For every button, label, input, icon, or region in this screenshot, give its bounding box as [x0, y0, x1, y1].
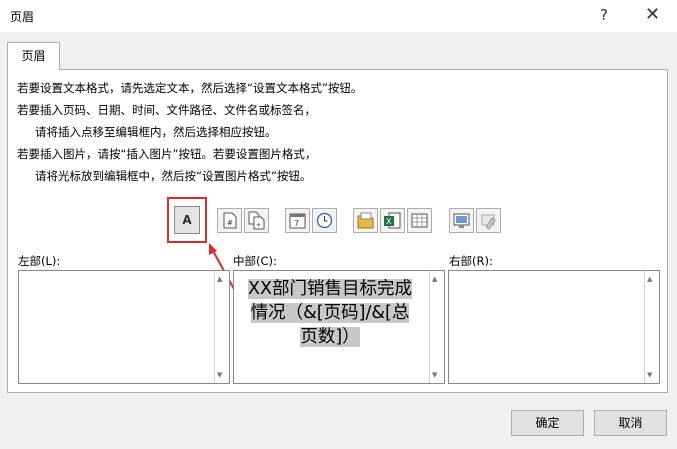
- close-icon[interactable]: ✕: [645, 4, 660, 25]
- svg-text:7: 7: [294, 219, 299, 228]
- folder-icon: [357, 212, 374, 229]
- right-editor-scrollbar[interactable]: ▲ ▼: [644, 271, 659, 383]
- scroll-up-arrow-icon[interactable]: ▲: [217, 275, 222, 283]
- insert-sheet-name-button[interactable]: [407, 208, 432, 233]
- calendar-icon: 7: [289, 213, 306, 229]
- insert-page-number-button[interactable]: #: [217, 208, 242, 233]
- svg-text:#: #: [227, 219, 233, 227]
- left-section-label: 左部(L):: [18, 254, 61, 268]
- left-section-editor[interactable]: ▲ ▼: [18, 270, 230, 384]
- page-count-icon: +: [248, 211, 265, 230]
- page-number-icon: #: [223, 212, 237, 229]
- center-text-line: XX部门销售目标完成: [248, 279, 412, 299]
- scroll-down-arrow-icon[interactable]: ▼: [432, 371, 437, 379]
- excel-file-icon: X: [384, 212, 401, 229]
- tab-header[interactable]: 页眉: [7, 42, 60, 70]
- instruction-line-2: 若要插入页码、日期、时间、文件路径、文件名或标签名，: [17, 103, 316, 117]
- sheet-icon: [411, 213, 428, 228]
- clock-icon: [316, 212, 333, 229]
- center-section-label: 中部(C):: [233, 254, 277, 268]
- instruction-line-4: 若要插入图片，请按“插入图片”按钮。若要设置图片格式，: [17, 147, 317, 161]
- insert-page-count-button[interactable]: +: [244, 208, 269, 233]
- format-text-button[interactable]: A: [174, 206, 200, 234]
- insert-time-button[interactable]: [312, 208, 337, 233]
- scroll-down-arrow-icon[interactable]: ▼: [217, 371, 222, 379]
- right-section-label: 右部(R):: [449, 254, 493, 268]
- svg-text:X: X: [386, 217, 392, 226]
- format-picture-icon: [481, 214, 496, 230]
- insert-date-button[interactable]: 7: [285, 208, 310, 233]
- insert-picture-button[interactable]: [449, 208, 474, 233]
- center-editor-scrollbar[interactable]: ▲ ▼: [429, 271, 444, 383]
- right-section-editor[interactable]: ▲ ▼: [448, 270, 660, 384]
- cancel-button[interactable]: 取消: [594, 410, 667, 436]
- left-editor-scrollbar[interactable]: ▲ ▼: [214, 271, 229, 383]
- scroll-down-arrow-icon[interactable]: ▼: [647, 371, 652, 379]
- picture-icon: [453, 213, 470, 228]
- format-text-button-highlight: A: [167, 197, 207, 243]
- window-title: 页眉: [10, 10, 35, 24]
- ok-button[interactable]: 确定: [511, 410, 584, 436]
- instruction-line-5: 请将光标放到编辑框中，然后按“设置图片格式”按钮。: [35, 169, 312, 183]
- instruction-line-1: 若要设置文本格式，请先选定文本，然后选择“设置文本格式”按钮。: [17, 81, 363, 95]
- title-bar: 页眉 ? ✕: [0, 0, 677, 32]
- center-text-line: 页数]）: [300, 327, 360, 347]
- scroll-up-arrow-icon[interactable]: ▲: [647, 275, 652, 283]
- svg-text:+: +: [256, 222, 261, 229]
- insert-file-path-button[interactable]: [353, 208, 378, 233]
- scroll-up-arrow-icon[interactable]: ▲: [432, 275, 437, 283]
- center-section-editor[interactable]: XX部门销售目标完成 情况（&[页码]/&[总 页数]） ▲ ▼: [233, 270, 445, 384]
- insert-file-name-button[interactable]: X: [380, 208, 405, 233]
- instruction-line-3: 请将插入点移至编辑框内，然后选择相应按钮。: [35, 125, 277, 139]
- center-section-text[interactable]: XX部门销售目标完成 情况（&[页码]/&[总 页数]）: [236, 277, 424, 349]
- format-picture-button[interactable]: [476, 208, 501, 233]
- center-text-line: 情况（&[页码]/&[总: [250, 303, 410, 323]
- help-icon[interactable]: ?: [600, 6, 608, 24]
